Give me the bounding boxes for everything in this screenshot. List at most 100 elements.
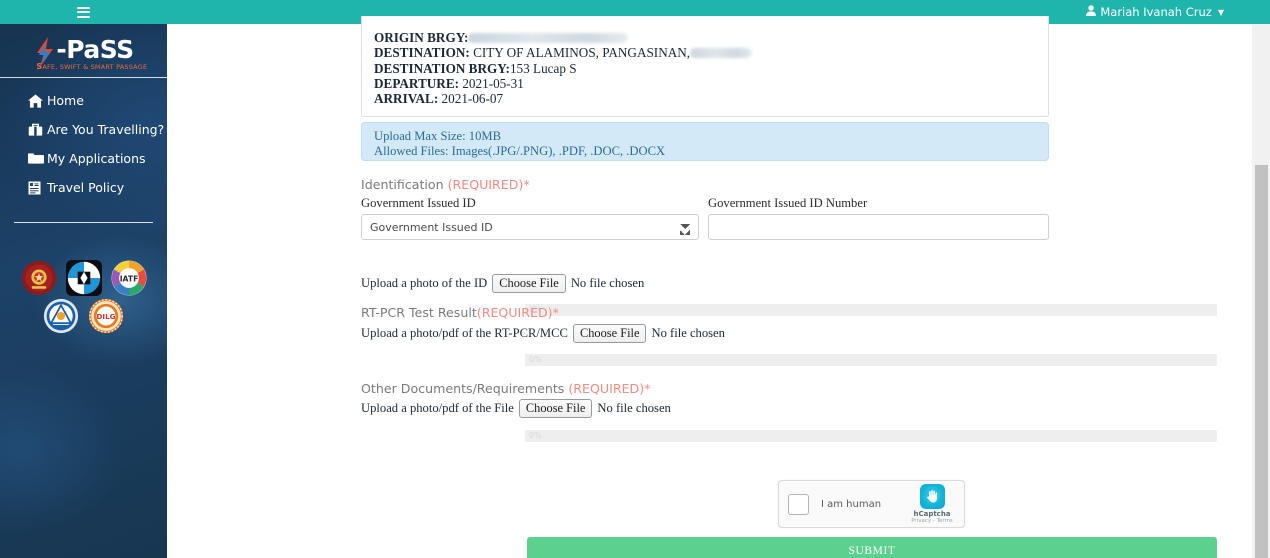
user-icon [1086,5,1097,19]
other-docs-upload-row: Upload a photo/pdf of the File Choose Fi… [361,399,671,418]
trip-summary-card: ORIGIN BRGY: DESTINATION: CITY OF ALAMIN… [361,16,1049,118]
trip-destination: DESTINATION: CITY OF ALAMINOS, PANGASINA… [374,45,1036,60]
rtpcr-upload-progress: 0% [525,354,1217,366]
rtpcr-section-title: RT-PCR Test Result(REQUIRED)* [361,305,559,320]
rtpcr-upload-row: Upload a photo/pdf of the RT-PCR/MCC Cho… [361,324,725,343]
hcaptcha-label: I am human [821,498,882,510]
brand-tagline-rest: AFE, SWIFT & SMART PASSAGE [42,62,148,71]
sidebar-item-my-applications[interactable]: My Applications [0,144,167,173]
hamburger-icon[interactable] [77,6,90,18]
sidebar-item-home[interactable]: Home [0,86,167,115]
document-icon [28,181,47,195]
hcaptcha-hand-icon [919,484,945,509]
trip-origin-brgy-label: ORIGIN BRGY: [374,30,469,45]
submit-button[interactable]: SUBMIT [527,537,1217,558]
brand-logo[interactable]: -PaSS SAFE, SWIFT & SMART PASSAGE [0,24,167,78]
agency-logo-group: IATF DILG [0,260,167,334]
trip-departure-value: 2021-05-31 [462,75,524,91]
trip-destination-brgy-value: 153 Lucap S [509,60,577,76]
trip-destination-brgy-label: DESTINATION BRGY: [374,60,510,76]
sidebar-header [0,0,167,24]
other-docs-required-text: (REQUIRED) [568,381,645,396]
ndrrmc-logo [43,298,79,334]
sidebar-item-are-you-travelling-label: Are You Travelling? [47,122,165,137]
rtpcr-required-star: * [552,305,559,320]
other-docs-required-star: * [644,381,651,396]
brand-name: -PaSS [56,34,134,64]
identification-upload-progress: 0% [525,304,1217,316]
svg-text:IATF: IATF [119,275,138,284]
rtpcr-progress-label: 0% [529,355,542,364]
sidebar-item-travel-policy-label: Travel Policy [47,180,125,195]
government-issued-id-label: Government Issued ID [361,196,476,210]
identification-required-text: (REQUIRED) [447,177,524,192]
government-issued-id-number-label: Government Issued ID Number [708,196,868,210]
main-content: ORIGIN BRGY: DESTINATION: CITY OF ALAMIN… [167,16,1252,558]
sidebar-item-travel-policy[interactable]: Travel Policy [0,173,167,202]
hcaptcha-brand-name: hCaptcha [913,510,951,518]
identification-required-star: * [523,177,530,192]
identification-required-badge: (REQUIRED)* [448,177,530,192]
user-name: Mariah Ivanah Cruz [1100,5,1212,19]
dict-logo [65,260,102,296]
identification-choose-file-button[interactable]: Choose File [492,274,566,293]
identification-title-text: Identification [361,177,448,192]
other-docs-upload-prompt: Upload a photo/pdf of the File [361,401,514,415]
government-issued-id-select[interactable]: Government Issued ID [361,214,699,240]
other-docs-choose-file-button[interactable]: Choose File [518,399,593,418]
other-docs-section-title: Other Documents/Requirements (REQUIRED)* [361,381,650,396]
identification-section-title: Identification (REQUIRED)* [361,177,530,192]
other-docs-title-text: Other Documents/Requirements [361,381,569,396]
iatf-logo: IATF [110,260,147,296]
allowed-files-text: Allowed Files: Images(.JPG/.PNG), .PDF, … [374,144,666,158]
government-issued-id-number-input[interactable] [708,214,1049,240]
rtpcr-file-status: No file chosen [651,326,725,340]
vertical-scrollbar-thumb[interactable] [1255,165,1268,558]
redacted-origin-brgy [468,32,629,43]
hcaptcha-checkbox[interactable] [788,493,809,515]
sidebar-item-my-applications-label: My Applications [47,151,146,166]
hcaptcha-widget[interactable]: I am human hCaptcha Privacy - Terms [778,480,965,528]
folder-icon [28,152,47,165]
upload-max-size-text: Upload Max Size: 10MB [374,129,501,143]
dilg-logo: DILG [88,298,124,334]
rtpcr-choose-file-button[interactable]: Choose File [572,324,647,343]
identification-upload-prompt: Upload a photo of the ID [361,276,488,290]
sidebar-item-home-label: Home [47,93,84,108]
rtpcr-upload-prompt: Upload a photo/pdf of the RT-PCR/MCC [361,326,568,340]
trip-destination-brgy: DESTINATION BRGY:153 Lucap S [374,61,1036,76]
rtpcr-required-text: (REQUIRED) [476,305,553,320]
page-root: -PaSS SAFE, SWIFT & SMART PASSAGE Home A… [0,0,1270,558]
other-docs-progress-label: 0% [529,431,542,440]
brand-tagline: SAFE, SWIFT & SMART PASSAGE [36,62,147,71]
trip-destination-value: CITY OF ALAMINOS, PANGASINAN, [473,45,691,61]
other-docs-upload-progress: 0% [525,430,1217,442]
home-icon [28,93,47,108]
identification-progress-label: 0% [529,305,542,314]
trip-arrival: ARRIVAL: 2021-06-07 [374,91,1036,106]
suitcase-icon [28,123,47,137]
caret-down-icon: ▼ [1217,7,1224,17]
upload-info-alert: Upload Max Size: 10MB Allowed Files: Ima… [361,122,1049,161]
trip-departure: DEPARTURE: 2021-05-31 [374,76,1036,91]
sidebar-divider [14,222,153,223]
philippine-seal-logo [21,260,56,296]
user-menu[interactable]: Mariah Ivanah Cruz ▼ [1086,0,1224,24]
sidebar-nav: Home Are You Travelling? My Applications [0,86,167,202]
trip-departure-label: DEPARTURE: [374,75,460,91]
sidebar: -PaSS SAFE, SWIFT & SMART PASSAGE Home A… [0,0,167,558]
rtpcr-title-text: RT-PCR Test Result [361,305,477,320]
trip-destination-label: DESTINATION: [374,45,470,61]
sidebar-item-are-you-travelling[interactable]: Are You Travelling? [0,115,167,144]
trip-arrival-label: ARRIVAL: [374,91,439,107]
header-right-strip [1252,0,1270,24]
other-docs-file-status: No file chosen [597,401,671,415]
hcaptcha-terms-link[interactable]: Privacy - Terms [909,518,955,524]
other-docs-required-badge: (REQUIRED)* [568,381,650,396]
svg-text:DILG: DILG [96,312,115,321]
trip-arrival-value: 2021-06-07 [441,91,504,107]
vertical-scrollbar-track[interactable] [1252,0,1270,558]
hcaptcha-branding: hCaptcha Privacy - Terms [909,484,955,524]
trip-origin-brgy: ORIGIN BRGY: [374,30,1036,45]
identification-file-status: No file chosen [570,276,645,290]
